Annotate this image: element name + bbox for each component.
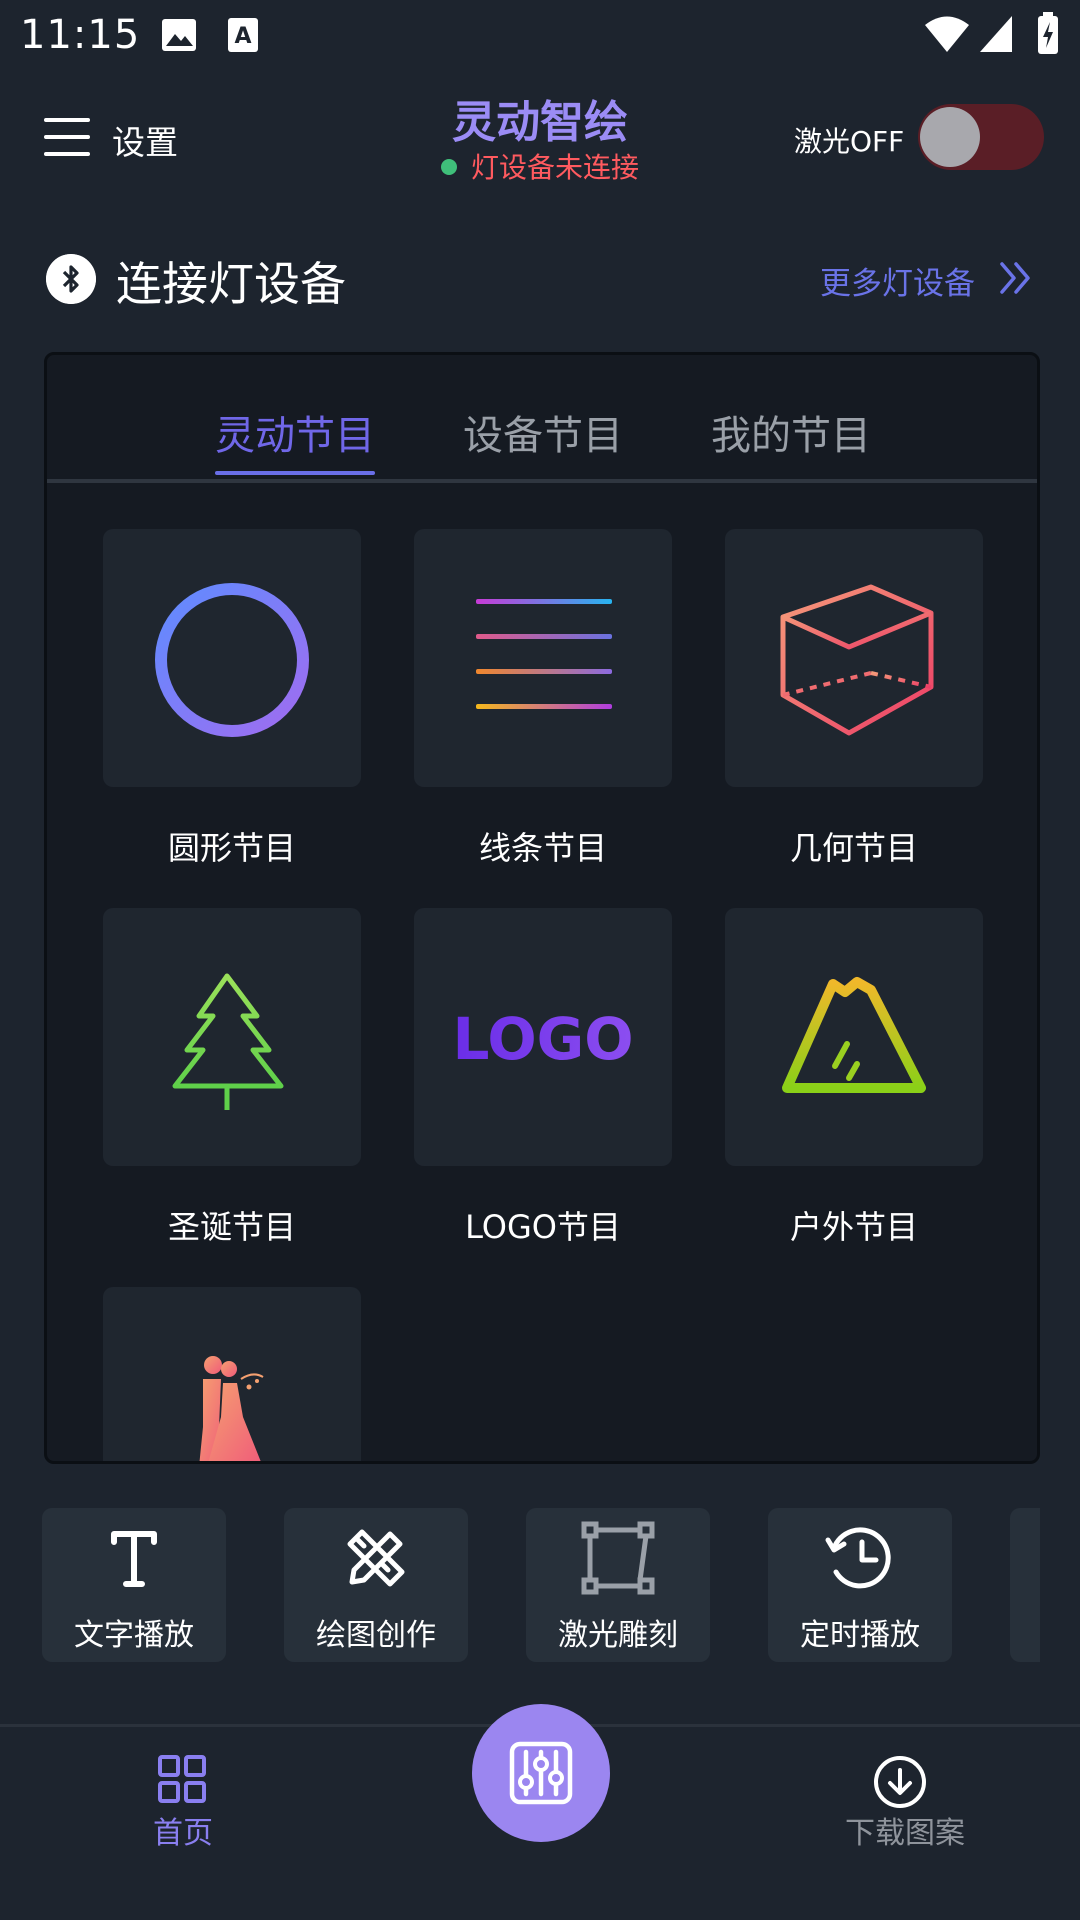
logo-text-icon: LOGO <box>452 1005 633 1073</box>
mountain-icon <box>782 977 926 1093</box>
program-label: 圆形节目 <box>167 829 296 867</box>
program-label: 线条节目 <box>478 829 607 867</box>
feature-drawing[interactable]: 绘图创作 <box>284 1508 468 1662</box>
status-bar: 11:15 A <box>0 0 1080 72</box>
program-card-wedding[interactable] <box>103 1287 361 1461</box>
connection-status: 灯设备未连接 <box>0 146 1080 186</box>
nav-home-label[interactable]: 首页 <box>100 1808 266 1852</box>
program-label: 圣诞节目 <box>167 1208 296 1246</box>
sliders-icon <box>509 1741 573 1805</box>
more-devices-link[interactable]: 更多灯设备 <box>820 258 975 303</box>
download-icon[interactable] <box>868 1750 932 1814</box>
text-icon <box>111 1531 157 1587</box>
tab-lingdong-programs[interactable]: 灵动节目 <box>215 403 375 461</box>
connection-status-text: 灯设备未连接 <box>470 151 639 184</box>
gallery-notification-icon <box>162 19 196 51</box>
wedding-couple-icon <box>199 1356 264 1461</box>
circle-icon <box>155 583 309 737</box>
cube-icon <box>780 584 934 736</box>
status-time: 11:15 <box>20 12 141 58</box>
program-card-geometry[interactable] <box>725 529 983 787</box>
double-chevron-right-icon[interactable] <box>998 258 1034 298</box>
wifi-icon <box>925 16 969 52</box>
cellular-signal-icon <box>980 16 1012 52</box>
nav-download-label[interactable]: 下载图案 <box>820 1808 990 1852</box>
program-label: 几何节目 <box>789 829 918 867</box>
connect-device-title[interactable]: 连接灯设备 <box>116 248 346 314</box>
tab-my-programs[interactable]: 我的节目 <box>711 403 871 461</box>
toggle-knob <box>920 107 980 167</box>
program-label: 户外节目 <box>789 1208 918 1246</box>
feature-label: 激光雕刻 <box>558 1618 678 1653</box>
feature-label: 文字播放 <box>74 1618 194 1653</box>
lines-icon <box>476 599 612 709</box>
status-dot <box>440 159 457 175</box>
christmas-tree-icon <box>172 973 284 1110</box>
program-panel: 灵动节目 设备节目 我的节目 圆形节目 线条节目 几何节目 圣诞节目 LOGO … <box>44 352 1040 1464</box>
grid-icon[interactable] <box>150 1754 216 1804</box>
program-card-christmas[interactable] <box>103 908 361 1166</box>
tab-device-programs[interactable]: 设备节目 <box>463 403 623 461</box>
svg-text:A: A <box>234 24 251 49</box>
bluetooth-icon[interactable] <box>46 254 96 304</box>
program-card-logo[interactable]: LOGO <box>414 908 672 1166</box>
feature-text-play[interactable]: 文字播放 <box>42 1508 226 1662</box>
program-card-lines[interactable] <box>414 529 672 787</box>
draw-tools-icon <box>347 1529 405 1587</box>
feature-label: 绘图创作 <box>316 1618 436 1653</box>
timer-icon <box>825 1527 891 1589</box>
engrave-frame-icon <box>581 1521 655 1595</box>
battery-icon <box>1038 12 1058 54</box>
feature-label: 定时播放 <box>800 1618 920 1653</box>
feature-timer-play[interactable]: 定时播放 <box>768 1508 952 1662</box>
center-control-button[interactable] <box>472 1704 610 1842</box>
program-card-outdoor[interactable] <box>725 908 983 1166</box>
text-notification-icon: A <box>228 18 258 52</box>
program-label: LOGO节目 <box>465 1208 621 1246</box>
tab-divider <box>47 479 1037 483</box>
logo-text: LOGO <box>452 1005 633 1073</box>
program-card-circle[interactable] <box>103 529 361 787</box>
laser-toggle[interactable] <box>918 104 1044 170</box>
active-tab-indicator <box>215 471 375 475</box>
feature-engraving[interactable]: 激光雕刻 <box>526 1508 710 1662</box>
feature-partial-card[interactable] <box>1010 1508 1040 1662</box>
laser-label: 激光OFF <box>794 125 905 158</box>
